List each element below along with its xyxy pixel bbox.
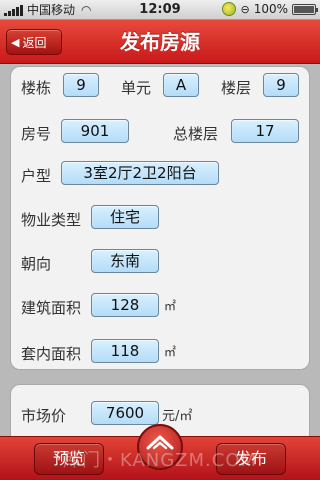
market-price-field[interactable]: 7600 bbox=[91, 401, 159, 425]
unit-label: 单元 bbox=[121, 79, 152, 97]
orientation-label: 朝向 bbox=[21, 255, 52, 273]
floor-field[interactable]: 9 bbox=[263, 73, 299, 97]
battery-icon bbox=[292, 3, 318, 15]
room-number-label: 房号 bbox=[21, 125, 52, 143]
preview-button[interactable]: 预览 bbox=[34, 443, 104, 475]
nav-bar: 发布房源 ◀ 返回 bbox=[0, 20, 320, 64]
market-price-unit: 元/㎡ bbox=[162, 409, 193, 424]
property-type-field[interactable]: 住宅 bbox=[91, 205, 159, 229]
building-field[interactable]: 9 bbox=[63, 73, 99, 97]
back-arrow-icon: ◀ bbox=[11, 35, 20, 49]
inner-area-unit: ㎡ bbox=[164, 345, 177, 359]
app-badge-icon bbox=[222, 2, 237, 16]
room-number-field[interactable]: 901 bbox=[61, 119, 129, 143]
market-price-label: 市场价 bbox=[21, 407, 67, 425]
build-area-label: 建筑面积 bbox=[21, 299, 82, 317]
battery-percent: 100% bbox=[253, 2, 288, 16]
back-button-label: 返回 bbox=[22, 35, 47, 50]
property-type-label: 物业类型 bbox=[21, 211, 82, 229]
home-logo-button[interactable] bbox=[137, 424, 183, 470]
rotation-lock-icon: ⊖ bbox=[240, 2, 250, 16]
build-area-field[interactable]: 128 bbox=[91, 293, 159, 317]
total-floors-field[interactable]: 17 bbox=[231, 119, 299, 143]
inner-area-field[interactable]: 118 bbox=[91, 339, 159, 363]
total-floors-label: 总楼层 bbox=[173, 125, 219, 143]
unit-field[interactable]: A bbox=[163, 73, 199, 97]
build-area-unit: ㎡ bbox=[164, 299, 177, 313]
back-button[interactable]: ◀ 返回 bbox=[6, 29, 62, 55]
building-label: 楼栋 bbox=[21, 79, 52, 97]
publish-button[interactable]: 发布 bbox=[216, 443, 286, 475]
layout-field[interactable]: 3室2厅2卫2阳台 bbox=[61, 161, 219, 185]
house-icon bbox=[146, 435, 174, 450]
layout-label: 户型 bbox=[21, 167, 52, 185]
floor-label: 楼层 bbox=[221, 79, 252, 97]
orientation-field[interactable]: 东南 bbox=[91, 249, 159, 273]
property-form: 楼栋 9 单元 A 楼层 9 房号 901 总楼层 17 户型 3室2厅2卫2阳… bbox=[10, 66, 310, 370]
status-bar: 中国移动 ◠ 12:09 ⊖ 100% bbox=[0, 0, 320, 20]
inner-area-label: 套内面积 bbox=[21, 345, 82, 363]
